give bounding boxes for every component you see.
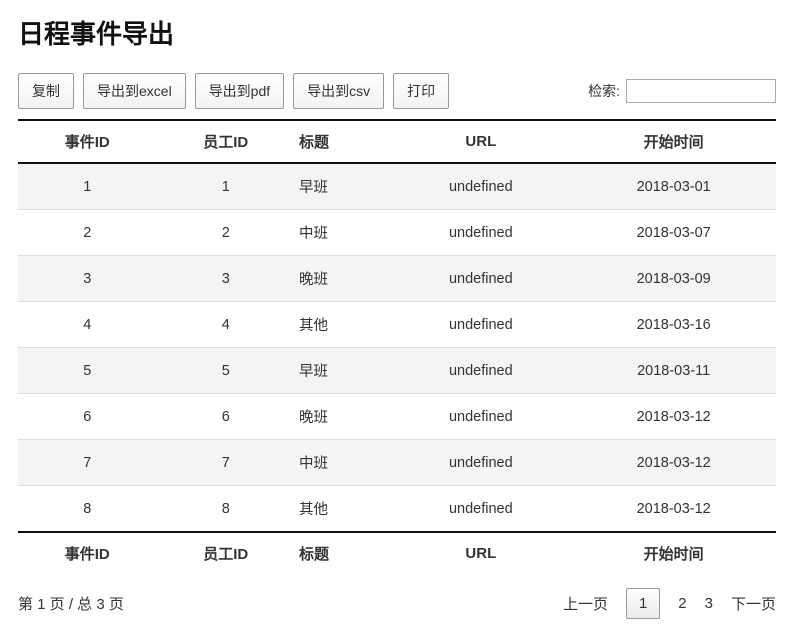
cell-start: 2018-03-16 [571, 302, 776, 348]
col-title[interactable]: 标题 [295, 120, 390, 163]
search-wrap: 检索: [588, 79, 776, 103]
table-row: 77中班undefined2018-03-12 [18, 440, 776, 486]
table-row: 22中班undefined2018-03-07 [18, 210, 776, 256]
cell-title: 晚班 [295, 394, 390, 440]
cell-event-id: 3 [18, 256, 157, 302]
cell-title: 早班 [295, 348, 390, 394]
cell-emp-id: 1 [157, 163, 296, 210]
cell-emp-id: 3 [157, 256, 296, 302]
cell-url: undefined [390, 163, 571, 210]
page-1[interactable]: 1 [626, 588, 660, 619]
export-excel-button[interactable]: 导出到excel [83, 73, 186, 109]
table-row: 88其他undefined2018-03-12 [18, 486, 776, 533]
cell-title: 中班 [295, 210, 390, 256]
table-row: 11早班undefined2018-03-01 [18, 163, 776, 210]
page-2[interactable]: 2 [678, 595, 686, 612]
col-start[interactable]: 开始时间 [571, 120, 776, 163]
fcol-event-id: 事件ID [18, 532, 157, 574]
cell-url: undefined [390, 486, 571, 533]
table-row: 55早班undefined2018-03-11 [18, 348, 776, 394]
cell-url: undefined [390, 440, 571, 486]
table-header-row: 事件ID 员工ID 标题 URL 开始时间 [18, 120, 776, 163]
table-footer-row: 事件ID 员工ID 标题 URL 开始时间 [18, 532, 776, 574]
search-label: 检索: [588, 81, 620, 101]
cell-start: 2018-03-01 [571, 163, 776, 210]
cell-emp-id: 6 [157, 394, 296, 440]
export-pdf-button[interactable]: 导出到pdf [195, 73, 284, 109]
col-emp-id[interactable]: 员工ID [157, 120, 296, 163]
prev-page[interactable]: 上一页 [563, 593, 608, 614]
cell-title: 晚班 [295, 256, 390, 302]
table-row: 66晚班undefined2018-03-12 [18, 394, 776, 440]
fcol-start: 开始时间 [571, 532, 776, 574]
cell-event-id: 4 [18, 302, 157, 348]
cell-emp-id: 5 [157, 348, 296, 394]
cell-event-id: 7 [18, 440, 157, 486]
pagination-info: 第 1 页 / 总 3 页 [18, 593, 124, 614]
cell-emp-id: 8 [157, 486, 296, 533]
cell-emp-id: 4 [157, 302, 296, 348]
cell-start: 2018-03-07 [571, 210, 776, 256]
cell-start: 2018-03-12 [571, 486, 776, 533]
page-title: 日程事件导出 [18, 14, 776, 51]
data-table: 事件ID 员工ID 标题 URL 开始时间 11早班undefined2018-… [18, 119, 776, 574]
search-input[interactable] [626, 79, 776, 103]
toolbar: 复制 导出到excel 导出到pdf 导出到csv 打印 检索: [18, 73, 776, 109]
cell-start: 2018-03-12 [571, 394, 776, 440]
cell-start: 2018-03-12 [571, 440, 776, 486]
cell-title: 其他 [295, 486, 390, 533]
table-row: 33晚班undefined2018-03-09 [18, 256, 776, 302]
cell-emp-id: 2 [157, 210, 296, 256]
cell-url: undefined [390, 256, 571, 302]
cell-emp-id: 7 [157, 440, 296, 486]
pager: 上一页 1 2 3 下一页 [563, 588, 776, 619]
copy-button[interactable]: 复制 [18, 73, 74, 109]
col-url[interactable]: URL [390, 120, 571, 163]
cell-title: 早班 [295, 163, 390, 210]
next-page[interactable]: 下一页 [731, 593, 776, 614]
cell-url: undefined [390, 302, 571, 348]
table-footer: 第 1 页 / 总 3 页 上一页 1 2 3 下一页 [18, 588, 776, 619]
cell-title: 其他 [295, 302, 390, 348]
table-row: 44其他undefined2018-03-16 [18, 302, 776, 348]
fcol-title: 标题 [295, 532, 390, 574]
cell-title: 中班 [295, 440, 390, 486]
export-csv-button[interactable]: 导出到csv [293, 73, 384, 109]
cell-event-id: 1 [18, 163, 157, 210]
col-event-id[interactable]: 事件ID [18, 120, 157, 163]
page-3[interactable]: 3 [705, 595, 713, 612]
cell-event-id: 5 [18, 348, 157, 394]
cell-event-id: 2 [18, 210, 157, 256]
cell-url: undefined [390, 210, 571, 256]
cell-start: 2018-03-09 [571, 256, 776, 302]
cell-event-id: 8 [18, 486, 157, 533]
fcol-url: URL [390, 532, 571, 574]
cell-url: undefined [390, 348, 571, 394]
export-buttons: 复制 导出到excel 导出到pdf 导出到csv 打印 [18, 73, 449, 109]
cell-url: undefined [390, 394, 571, 440]
fcol-emp-id: 员工ID [157, 532, 296, 574]
cell-event-id: 6 [18, 394, 157, 440]
print-button[interactable]: 打印 [393, 73, 449, 109]
cell-start: 2018-03-11 [571, 348, 776, 394]
